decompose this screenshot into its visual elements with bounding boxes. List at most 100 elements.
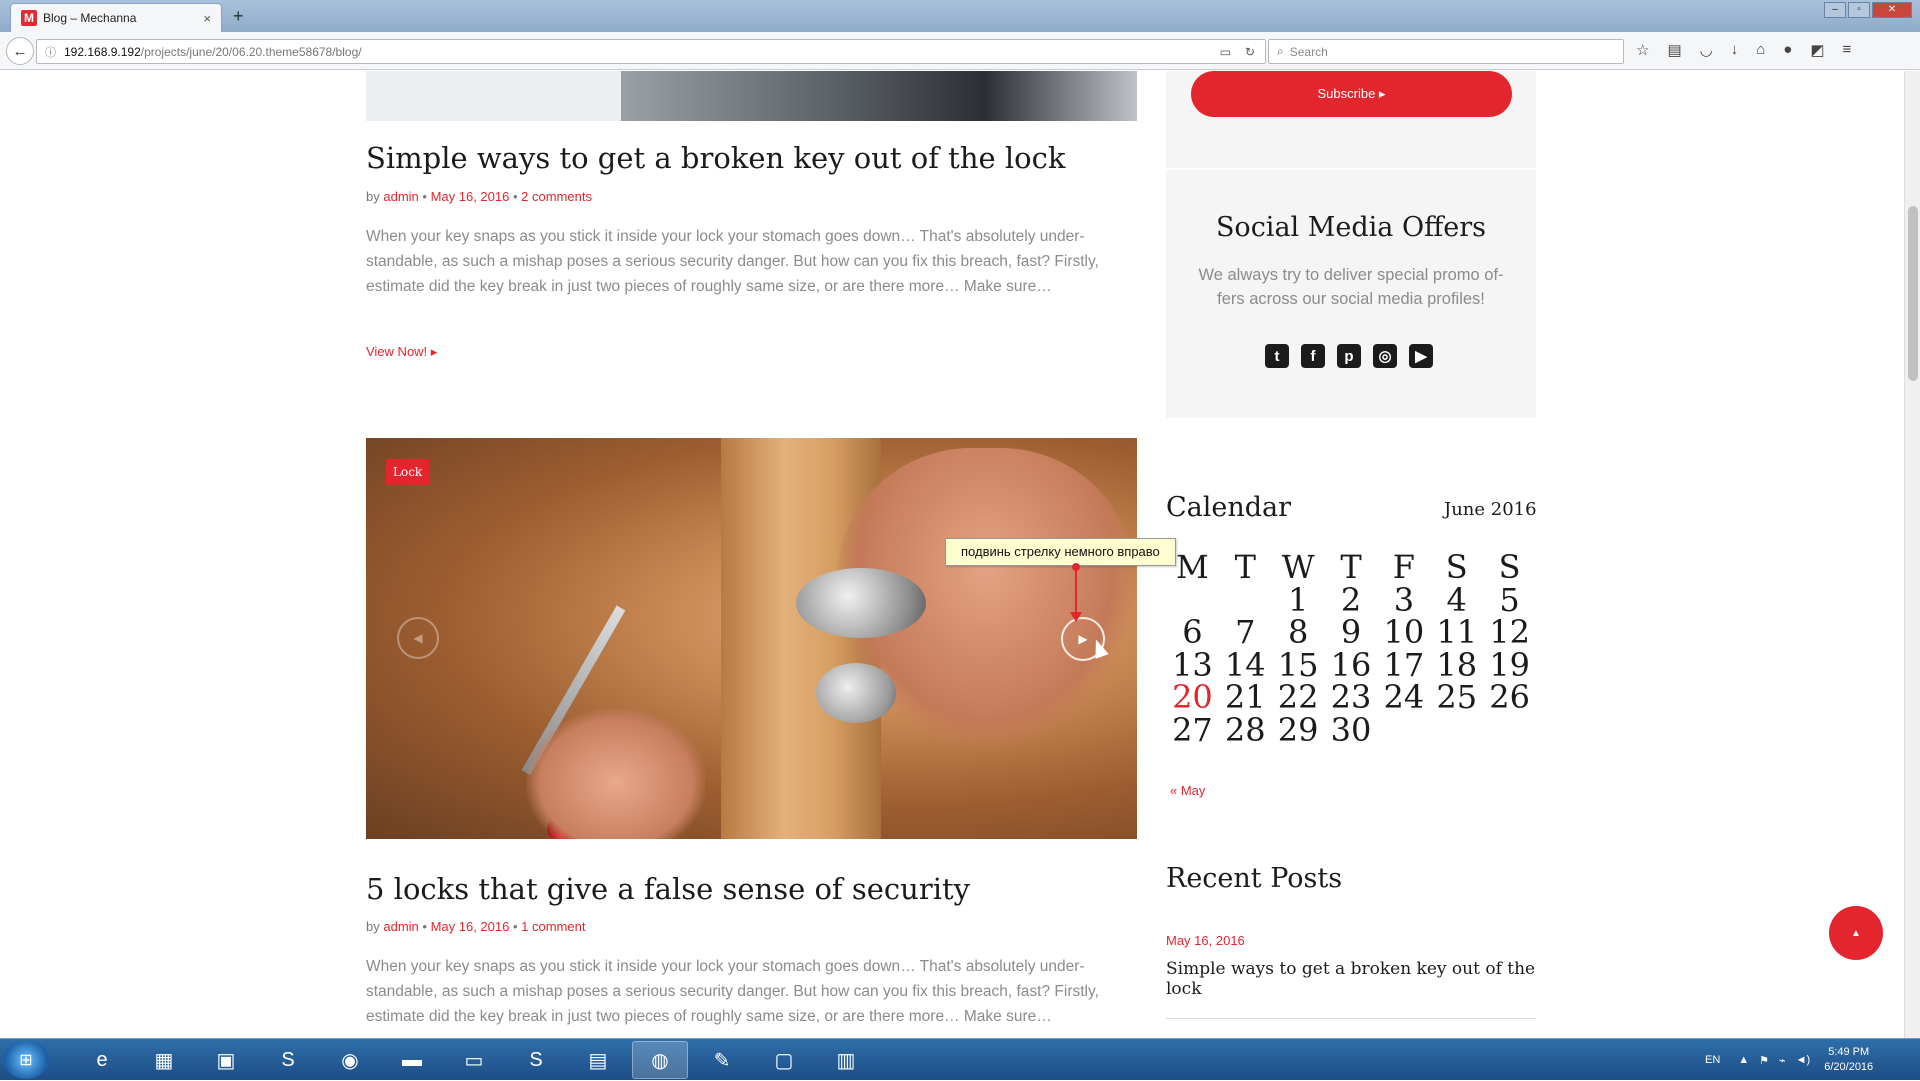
facebook-icon[interactable]: f bbox=[1301, 344, 1325, 368]
flag-icon[interactable]: ⚑ bbox=[1759, 1054, 1769, 1067]
post-comments[interactable]: 1 comment bbox=[521, 919, 585, 934]
screenshot-icon[interactable]: ◩ bbox=[1810, 41, 1824, 59]
chat-icon[interactable]: ● bbox=[1783, 41, 1792, 59]
start-button[interactable]: ⊞ bbox=[3, 1041, 49, 1079]
calendar-day: 4 bbox=[1446, 580, 1467, 619]
calendar-day: 19 bbox=[1489, 645, 1530, 684]
address-bar[interactable]: ⓘ 192.168.9.192 /projects/june/20/06.20.… bbox=[36, 39, 1266, 64]
post-excerpt: When your key snaps as you stick it insi… bbox=[366, 958, 1099, 1025]
post-meta: by admin • May 16, 2016 • 2 comments bbox=[366, 189, 592, 204]
calendar-day bbox=[1219, 584, 1272, 617]
calendar-day: 29 bbox=[1277, 710, 1319, 749]
calendar-week-row: 20 21 22 23 24 25 26 bbox=[1166, 681, 1536, 714]
photo-app-icon[interactable]: ▢ bbox=[756, 1041, 812, 1079]
save-disk-icon[interactable]: ▣ bbox=[198, 1041, 254, 1079]
calendar-prev-month-link[interactable]: « May bbox=[1170, 783, 1205, 798]
calendar-day-header: F bbox=[1392, 548, 1415, 586]
pinterest-icon[interactable]: p bbox=[1337, 344, 1361, 368]
youtube-icon[interactable]: ▶ bbox=[1409, 344, 1433, 368]
calendar-day: 21 bbox=[1224, 678, 1266, 716]
post-date[interactable]: May 16, 2016 bbox=[431, 189, 510, 204]
search-icon: ⌕ bbox=[1277, 44, 1284, 58]
folder-icon[interactable]: ▭ bbox=[446, 1041, 502, 1079]
post-image-slider[interactable]: Lock ◀ ▶ bbox=[366, 438, 1137, 839]
monitor-app-icon[interactable]: ▥ bbox=[818, 1041, 874, 1079]
subscribe-button[interactable]: Subscribe ▸ bbox=[1191, 71, 1512, 117]
browser-tab[interactable]: M Blog – Mechanna × bbox=[10, 3, 222, 32]
recent-post-divider bbox=[1166, 1018, 1536, 1019]
calendar-day: 18 bbox=[1436, 645, 1478, 684]
category-tag[interactable]: Lock bbox=[386, 459, 430, 485]
pocket-icon[interactable]: ◡ bbox=[1700, 41, 1713, 59]
recent-posts-title: Recent Posts bbox=[1166, 863, 1343, 894]
winrar-icon[interactable]: ▤ bbox=[570, 1041, 626, 1079]
favicon-icon: M bbox=[21, 10, 37, 26]
browser-tab-bar: M Blog – Mechanna × + – ▫ ✕ bbox=[0, 0, 1920, 32]
instagram-icon[interactable]: ◎ bbox=[1373, 344, 1397, 368]
scrollbar-thumb[interactable] bbox=[1908, 206, 1918, 381]
download-icon[interactable]: ↓ bbox=[1731, 41, 1739, 59]
chrome-icon[interactable]: ◉ bbox=[322, 1041, 378, 1079]
recent-post-date: May 16, 2016 bbox=[1166, 933, 1245, 948]
calendar-day bbox=[1430, 714, 1483, 747]
calendar-grid: M T W T F S S 1 2 3 4 5 6 7 8 9 10 11 12 13 14 15 16 17 1… bbox=[1166, 551, 1536, 746]
info-icon[interactable]: ⓘ bbox=[45, 44, 56, 60]
menu-icon[interactable]: ≡ bbox=[1843, 41, 1852, 59]
window-close-icon[interactable]: ✕ bbox=[1872, 2, 1912, 18]
clock[interactable]: 5:49 PM 6/20/2016 bbox=[1824, 1045, 1873, 1075]
view-now-link[interactable]: View Now! ▸ bbox=[366, 344, 437, 360]
paint-icon[interactable]: ✎ bbox=[694, 1041, 750, 1079]
post-excerpt: When your key snaps as you stick it insi… bbox=[366, 228, 1099, 295]
internet-explorer-icon[interactable]: e bbox=[74, 1041, 130, 1079]
back-button[interactable]: ← bbox=[6, 37, 34, 65]
calendar-day-header: W bbox=[1281, 548, 1315, 586]
post-meta: by admin • May 16, 2016 • 1 comment bbox=[366, 919, 586, 934]
s-app-icon[interactable]: S bbox=[260, 1041, 316, 1079]
home-icon[interactable]: ⌂ bbox=[1756, 41, 1765, 59]
windows-taskbar: ⊞ e ▦ ▣ S ◉ ▬ ▭ S ▤ ◍ ✎ ▢ ▥ EN ▲ ⚑ ⌁ ◄) … bbox=[0, 1038, 1920, 1080]
calendar-day: 27 bbox=[1172, 710, 1213, 749]
post-title[interactable]: Simple ways to get a broken key out of t… bbox=[366, 141, 1065, 175]
calculator-icon[interactable]: ▦ bbox=[136, 1041, 192, 1079]
post-author[interactable]: admin bbox=[383, 919, 418, 934]
twitter-icon[interactable]: t bbox=[1265, 344, 1289, 368]
new-tab-button[interactable]: + bbox=[233, 6, 244, 27]
firefox-icon[interactable]: ◍ bbox=[632, 1041, 688, 1079]
calendar-month: June 2016 bbox=[1444, 499, 1537, 520]
window-controls: – ▫ ✕ bbox=[1824, 2, 1912, 18]
post-date[interactable]: May 16, 2016 bbox=[431, 919, 510, 934]
windows-logo-icon: ⊞ bbox=[19, 1052, 33, 1069]
page-scrollbar[interactable] bbox=[1904, 71, 1920, 1038]
network-icon[interactable]: ⌁ bbox=[1779, 1054, 1786, 1067]
social-widget-text: We always try to deliver special promo o… bbox=[1198, 266, 1504, 308]
bookmark-star-icon[interactable]: ☆ bbox=[1636, 41, 1649, 59]
post-image-previous[interactable] bbox=[366, 71, 1137, 121]
slider-prev-button[interactable]: ◀ bbox=[397, 617, 439, 659]
sublime-icon[interactable]: ▬ bbox=[384, 1041, 440, 1079]
recent-post-link[interactable]: Simple ways to get a broken key out of t… bbox=[1166, 959, 1536, 999]
calendar-day: 15 bbox=[1277, 645, 1319, 684]
search-input[interactable]: ⌕ Search bbox=[1268, 39, 1624, 64]
post-comments[interactable]: 2 comments bbox=[521, 189, 592, 204]
calendar-day: 11 bbox=[1436, 613, 1478, 651]
volume-icon[interactable]: ◄) bbox=[1796, 1054, 1811, 1067]
reload-icon[interactable]: ↻ bbox=[1245, 45, 1255, 59]
browser-toolbar: ☆ ▤ ◡ ↓ ⌂ ● ◩ ≡ bbox=[1636, 41, 1851, 59]
post-author[interactable]: admin bbox=[383, 189, 418, 204]
tab-close-icon[interactable]: × bbox=[203, 11, 211, 26]
post-title[interactable]: 5 locks that give a false sense of secur… bbox=[366, 872, 970, 906]
calendar-day: 16 bbox=[1330, 645, 1372, 684]
skype-icon[interactable]: S bbox=[508, 1041, 564, 1079]
social-widget-title: Social Media Offers bbox=[1215, 212, 1487, 243]
maximize-icon[interactable]: ▫ bbox=[1848, 2, 1870, 18]
calendar-day: 8 bbox=[1287, 613, 1309, 651]
tray-expand-icon[interactable]: ▲ bbox=[1738, 1054, 1749, 1067]
bookmarks-list-icon[interactable]: ▤ bbox=[1667, 41, 1681, 59]
scroll-to-top-button[interactable]: ▲ bbox=[1829, 906, 1883, 960]
language-indicator[interactable]: EN bbox=[1705, 1054, 1720, 1066]
chevron-right-icon: ▶ bbox=[1078, 632, 1088, 646]
calendar-day-header: S bbox=[1498, 548, 1521, 586]
minimize-icon[interactable]: – bbox=[1824, 2, 1846, 18]
reader-view-icon[interactable]: ▭ bbox=[1220, 45, 1231, 59]
calendar-header-row: M T W T F S S bbox=[1166, 551, 1536, 584]
